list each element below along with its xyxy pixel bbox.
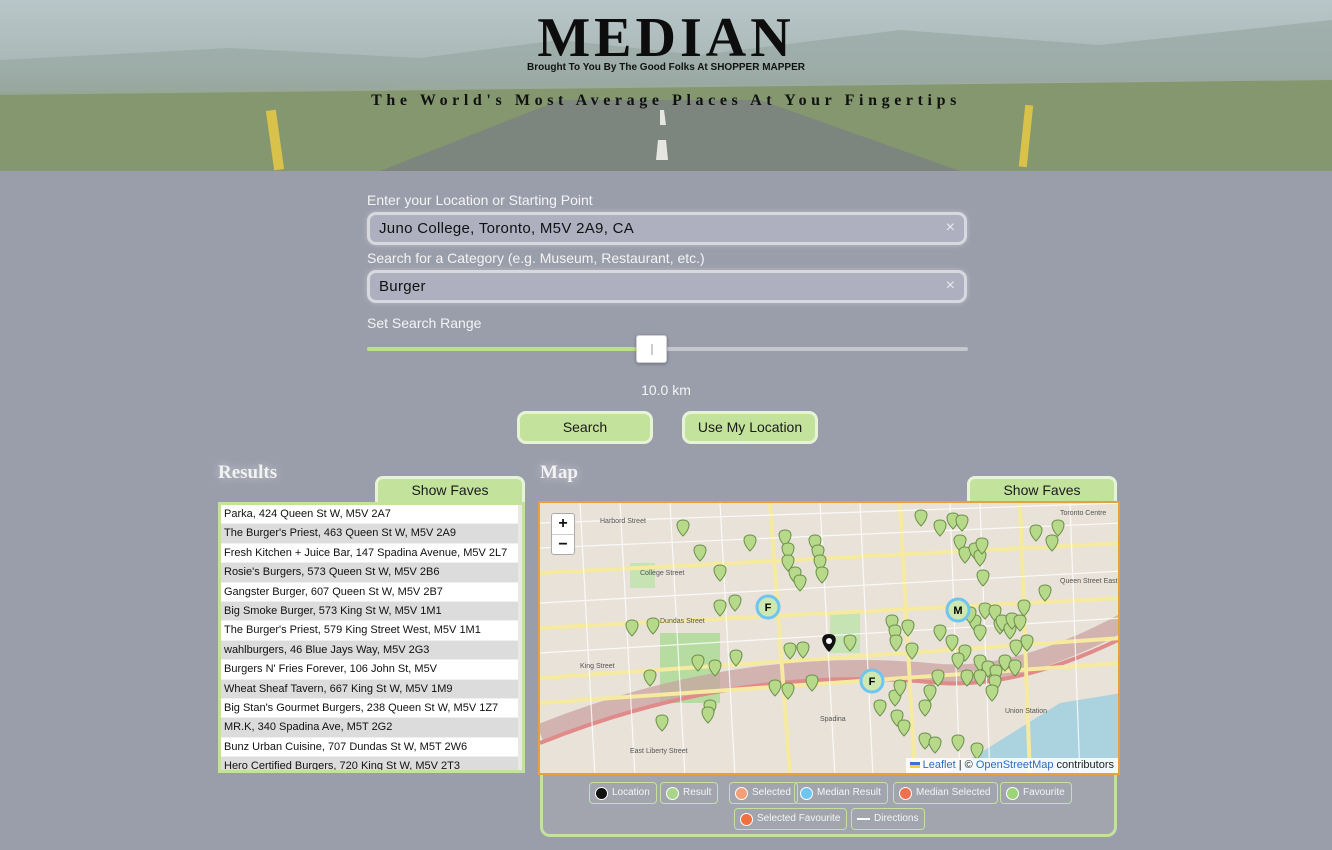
- legend-directions: Directions: [851, 808, 926, 830]
- result-item[interactable]: Burgers N' Fries Forever, 106 John St, M…: [221, 660, 522, 680]
- favourite-marker[interactable]: F: [859, 668, 885, 694]
- leaflet-link[interactable]: Leaflet: [923, 759, 956, 771]
- zoom-control[interactable]: + −: [551, 513, 575, 555]
- result-item[interactable]: The Burger's Priest, 579 King Street Wes…: [221, 621, 522, 641]
- map-heading: Map: [540, 462, 578, 483]
- ukraine-flag-icon: [909, 762, 920, 768]
- svg-text:M: M: [953, 605, 962, 617]
- svg-text:F: F: [869, 676, 876, 688]
- street-label: King Street: [580, 663, 615, 670]
- legend-location: Location: [589, 782, 657, 804]
- byline: Brought To You By The Good Folks At SHOP…: [527, 62, 805, 73]
- result-item[interactable]: Fresh Kitchen + Juice Bar, 147 Spadina A…: [221, 544, 522, 564]
- clear-location-icon[interactable]: ×: [946, 219, 955, 237]
- category-label: Search for a Category (e.g. Museum, Rest…: [367, 250, 705, 266]
- app-title: MEDIAN: [537, 7, 795, 69]
- map-attribution: Leaflet | © OpenStreetMap contributors: [905, 758, 1118, 773]
- result-item[interactable]: MR.K, 340 Spadina Ave, M5T 2G2: [221, 718, 522, 738]
- osm-link[interactable]: OpenStreetMap: [976, 759, 1054, 771]
- street-label: Toronto Centre: [1060, 510, 1106, 517]
- range-value: 10.0 km: [641, 382, 691, 398]
- results-heading: Results: [218, 462, 278, 483]
- location-input-value[interactable]: Juno College, Toronto, M5V 2A9, CA: [379, 220, 634, 237]
- legend-favourite: Favourite: [1000, 782, 1072, 804]
- map-legend: Location Result Selected Median Result M…: [540, 775, 1117, 837]
- median-selected-marker-icon: [899, 787, 912, 800]
- attribution-tail: contributors: [1053, 759, 1114, 771]
- result-item[interactable]: Hero Certified Burgers, 720 King St W, M…: [221, 757, 522, 770]
- street-label: College Street: [640, 570, 684, 577]
- range-slider-track[interactable]: [367, 347, 968, 351]
- park-area: [830, 613, 860, 653]
- range-label: Set Search Range: [367, 315, 482, 331]
- street-label: Harbord Street: [600, 518, 646, 525]
- result-item[interactable]: wahlburgers, 46 Blue Jays Way, M5V 2G3: [221, 640, 522, 661]
- selected-favourite-marker-icon: [740, 813, 753, 826]
- zoom-in-button[interactable]: +: [552, 514, 574, 534]
- map-view[interactable]: Harbord Street College Street Dundas Str…: [538, 501, 1120, 775]
- result-marker-icon: [666, 787, 679, 800]
- favourite-marker[interactable]: F: [755, 594, 781, 620]
- directions-line-icon: [857, 818, 870, 820]
- result-item[interactable]: Rosie's Burgers, 573 Queen St W, M5V 2B6: [221, 563, 522, 583]
- clear-category-icon[interactable]: ×: [946, 277, 955, 295]
- location-label: Enter your Location or Starting Point: [367, 192, 593, 208]
- results-list[interactable]: Parka, 424 Queen St W, M5V 2A7 The Burger…: [218, 502, 525, 773]
- tagline: The World's Most Average Places At Your …: [371, 92, 961, 109]
- location-input[interactable]: Juno College, Toronto, M5V 2A9, CA ×: [367, 212, 967, 245]
- result-item[interactable]: Parka, 424 Queen St W, M5V 2A7: [221, 505, 522, 525]
- street-label: Spadina: [820, 716, 846, 723]
- range-slider-thumb[interactable]: [636, 335, 667, 363]
- category-input-value[interactable]: Burger: [379, 278, 426, 295]
- use-my-location-button[interactable]: Use My Location: [682, 411, 818, 444]
- result-item[interactable]: Big Smoke Burger, 573 King St W, M5V 1M1: [221, 601, 522, 622]
- median-result-marker-icon: [800, 787, 813, 800]
- legend-median-result: Median Result: [794, 782, 888, 804]
- category-input[interactable]: Burger ×: [367, 270, 967, 303]
- map-tiles[interactable]: Harbord Street College Street Dundas Str…: [540, 503, 1120, 775]
- street-label: Queen Street East: [1060, 578, 1118, 585]
- legend-selected-favourite: Selected Favourite: [734, 808, 848, 830]
- street-label: Union Station: [1005, 708, 1047, 715]
- attribution-separator: | ©: [955, 759, 976, 771]
- street-label: Dundas Street: [660, 618, 705, 625]
- result-item[interactable]: Bunz Urban Cuisine, 707 Dundas St W, M5T…: [221, 738, 522, 758]
- search-button[interactable]: Search: [517, 411, 653, 444]
- results-show-faves-button[interactable]: Show Faves: [375, 476, 525, 503]
- map-show-faves-button[interactable]: Show Faves: [967, 476, 1117, 503]
- location-marker-icon: [595, 787, 608, 800]
- result-item[interactable]: Wheat Sheaf Tavern, 667 King St W, M5V 1…: [221, 679, 522, 699]
- favourite-marker-icon: [1006, 787, 1019, 800]
- range-slider-fill: [367, 347, 662, 351]
- result-item[interactable]: Gangster Burger, 607 Queen St W, M5V 2B7: [221, 583, 522, 602]
- result-item[interactable]: The Burger's Priest, 463 Queen St W, M5V…: [221, 524, 522, 544]
- zoom-out-button[interactable]: −: [552, 534, 574, 554]
- legend-result: Result: [660, 782, 719, 804]
- selected-marker-icon: [735, 787, 748, 800]
- result-item[interactable]: Big Stan's Gourmet Burgers, 238 Queen St…: [221, 699, 522, 719]
- legend-selected: Selected: [729, 782, 798, 804]
- svg-text:F: F: [765, 602, 772, 614]
- median-marker[interactable]: M: [945, 597, 971, 623]
- results-scrollbar[interactable]: [518, 505, 522, 770]
- street-label: East Liberty Street: [630, 748, 688, 755]
- hero-banner: MEDIAN Brought To You By The Good Folks …: [0, 0, 1332, 171]
- legend-median-selected: Median Selected: [893, 782, 998, 804]
